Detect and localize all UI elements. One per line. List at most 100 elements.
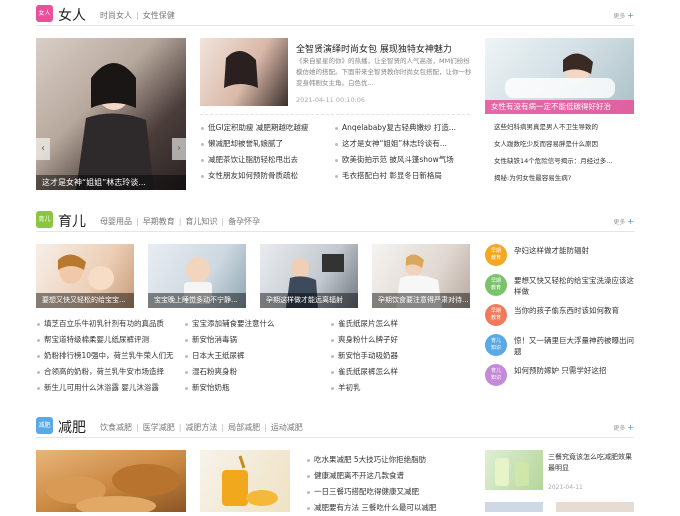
feature-desc: 《来自星星的你》的热播，让全智贤的人气高涨，MM们纷纷模仿她的搭配。下面带来全智… <box>296 57 472 87</box>
list-item[interactable]: 吃水果减肥 5大技巧让你拒绝脂肪 <box>306 452 476 468</box>
parenting-link[interactable]: 育儿知识 <box>185 217 217 226</box>
parenting-col-1: 填芝百立乐牛初乳针剂有功的真品质 帮宝道特级棉柔婴儿纸尿裤评测 奶粉排行榜10强… <box>36 316 176 396</box>
list-item[interactable]: 爽身粉什么牌子好 <box>330 332 470 348</box>
parenting-title[interactable]: 育儿 <box>58 211 86 231</box>
list-item[interactable]: 减肥茶饮让脂肪轻松甩出去 <box>200 152 330 168</box>
parenting-caption-2[interactable]: 宝宝晚上睡觉多动不宁静... <box>148 293 246 308</box>
slim-header: 减肥 减肥 饮食减肥 | 医学减肥 | 减肥方法 | 局部减肥 | 运动减肥 更多 + <box>36 414 634 438</box>
parenting-link[interactable]: 早期教育 <box>143 217 175 226</box>
parenting-photo-1[interactable]: 要想又快又轻松的给宝宝... <box>36 244 134 308</box>
list-item[interactable]: 奶粉排行榜10强中，荷兰乳牛荣人们无 <box>36 348 176 364</box>
list-item[interactable]: 湿石粉爽身粉 <box>184 364 324 380</box>
list-item[interactable]: 健康减肥离不开这几款食谱 <box>306 468 476 484</box>
slim-link[interactable]: 医学减肥 <box>143 423 175 432</box>
plus-icon: + <box>627 217 634 226</box>
slide-photo <box>76 63 154 190</box>
women-link-health[interactable]: 女性保健 <box>143 11 175 20</box>
slim-link[interactable]: 减肥方法 <box>185 423 217 432</box>
list-item[interactable]: 低GI定积助瘦 减肥期越吃越瘦 <box>200 120 330 136</box>
parenting-caption-1[interactable]: 要想又快又轻松的给宝宝... <box>36 293 134 308</box>
parenting-photo-4[interactable]: 孕期饮食要注意得严肃对待... <box>372 244 470 308</box>
parenting-caption-3[interactable]: 孕期这样做才能远离辐射 <box>260 293 358 308</box>
slim-list: 吃水果减肥 5大技巧让你拒绝脂肪 健康减肥离不开这几款食谱 一日三餐巧搭配吃得健… <box>306 452 476 516</box>
plus-icon: + <box>627 423 634 432</box>
list-item[interactable]: 帮宝道特级棉柔婴儿纸尿裤评测 <box>36 332 176 348</box>
list-item[interactable]: 毛衣搭配白衬 彰显冬日新格局 <box>334 168 470 184</box>
slide-caption[interactable]: 这才是女神“姐姐”林志玲谈... <box>36 175 186 190</box>
category-badge[interactable]: 育儿 知识 <box>485 364 507 386</box>
badge-list-item[interactable]: 惊！又一辆里巨大浮量神药被曝出问题 <box>514 335 634 357</box>
slim-side-date: 2021-04-11 <box>548 484 583 491</box>
women-side-image[interactable]: 女性有没有病一定不能低碳得好好治 <box>485 38 634 114</box>
parenting-photo-3[interactable]: 孕期这样做才能远离辐射 <box>260 244 358 308</box>
list-item[interactable]: 羊初乳 <box>330 380 470 396</box>
list-item[interactable]: 合领高的奶粉，荷兰乳牛安市场造择 <box>36 364 176 380</box>
slim-section: 减肥 减肥 饮食减肥 | 医学减肥 | 减肥方法 | 局部减肥 | 运动减肥 更多 + 吃水果减… <box>36 414 634 512</box>
category-badge[interactable]: 早期 教育 <box>485 274 507 296</box>
slim-more-link[interactable]: 更多 + <box>613 423 634 432</box>
women-section: 女人 女人 时尚女人 | 女性保健 更多 + ‹ › 这才是女神“姐姐”林志玲谈..… <box>36 2 634 197</box>
list-item[interactable]: 女人跋数吃少反而容易胖是什么原因 <box>494 136 634 153</box>
list-item[interactable]: 一日三餐巧搭配吃得健康又减肥 <box>306 484 476 500</box>
slide-next-arrow-icon[interactable]: › <box>172 138 186 160</box>
parenting-links: 母婴用品 | 早期教育 | 育儿知识 | 备孕怀孕 <box>100 217 261 226</box>
list-item[interactable]: 雀氏纸尿片怎么样 <box>330 316 470 332</box>
women-side-list: 这些妇科病男真是男人不卫生导致的 女人跋数吃少反而容易胖是什么原因 女性缺铁14… <box>494 119 634 187</box>
list-item[interactable]: 减肥要有方法 三餐吃什么最可以减肥 <box>306 500 476 516</box>
slim-link[interactable]: 运动减肥 <box>271 423 303 432</box>
list-item[interactable]: Anqelababy复古轻典嫩纱 打造... <box>334 120 470 136</box>
slim-side-title[interactable]: 三餐究竟该怎么吃减肥效果最明显 <box>548 452 634 474</box>
women-side-caption[interactable]: 女性有没有病一定不能低碳得好好治 <box>485 100 634 114</box>
list-item[interactable]: 这才是女神“姐姐”林志玲谈有... <box>334 136 470 152</box>
parenting-photo-2[interactable]: 宝宝晚上睡觉多动不宁静... <box>148 244 246 308</box>
badge-list-item[interactable]: 如何预防嫁妒 只需学好这招 <box>514 365 634 376</box>
list-item[interactable]: 女性朋友如何预防骨质疏松 <box>200 168 330 184</box>
slim-link[interactable]: 饮食减肥 <box>100 423 132 432</box>
slide-prev-arrow-icon[interactable]: ‹ <box>36 138 50 160</box>
plus-icon: + <box>627 11 634 20</box>
list-item[interactable]: 欧美街拍示范 披风斗篷show气场 <box>334 152 470 168</box>
women-title[interactable]: 女人 <box>58 5 86 25</box>
list-item[interactable]: 填芝百立乐牛初乳针剂有功的真品质 <box>36 316 176 332</box>
parenting-icon: 育儿 <box>36 211 53 228</box>
list-item[interactable]: 宝宝添加辅食要注意什么 <box>184 316 324 332</box>
category-badge[interactable]: 早期 教育 <box>485 244 507 266</box>
category-badge[interactable]: 育儿 知识 <box>485 334 507 356</box>
list-item[interactable]: 这些妇科病男真是男人不卫生导致的 <box>494 119 634 136</box>
list-item[interactable]: 新安怡手动吸奶器 <box>330 348 470 364</box>
badge-list-item[interactable]: 当你的孩子偷东西时该如何教育 <box>514 305 634 316</box>
women-more-link[interactable]: 更多 + <box>613 11 634 20</box>
slim-side-image-2[interactable] <box>485 502 543 512</box>
slim-photo-bread[interactable] <box>36 450 186 512</box>
parenting-col-3: 雀氏纸尿片怎么样 爽身粉什么牌子好 新安怡手动吸奶器 雀氏纸尿裤怎么样 羊初乳 <box>330 316 470 396</box>
category-badge[interactable]: 早期 教育 <box>485 304 507 326</box>
list-item[interactable]: 新安怡消毒锅 <box>184 332 324 348</box>
list-item[interactable]: 懒减肥却被誉轧娘腻了 <box>200 136 330 152</box>
slim-title[interactable]: 减肥 <box>58 417 86 437</box>
slim-photo-honey[interactable] <box>200 450 290 512</box>
list-item[interactable]: 新生儿可用什么沐浴露 婴儿沐浴露 <box>36 380 176 396</box>
list-item[interactable]: 日本大王纸尿裤 <box>184 348 324 364</box>
women-link-fashion[interactable]: 时尚女人 <box>100 11 132 20</box>
list-item[interactable]: 新安怡奶瓶 <box>184 380 324 396</box>
slim-side-image[interactable] <box>485 450 543 490</box>
list-item[interactable]: 揭秘:为何女性最容易生病? <box>494 170 634 187</box>
parenting-link[interactable]: 备孕怀孕 <box>228 217 260 226</box>
parenting-more-link[interactable]: 更多 + <box>613 217 634 226</box>
parenting-caption-4[interactable]: 孕期饮食要注意得严肃对待... <box>372 293 470 308</box>
women-slideshow[interactable]: ‹ › 这才是女神“姐姐”林志玲谈... <box>36 38 186 190</box>
badge-list-item[interactable]: 要想又快又轻松的给宝宝洗澡应该这样做 <box>514 275 634 297</box>
slim-links: 饮食减肥 | 医学减肥 | 减肥方法 | 局部减肥 | 运动减肥 <box>100 423 303 432</box>
slim-side-image-3[interactable] <box>556 502 634 512</box>
slim-link[interactable]: 局部减肥 <box>228 423 260 432</box>
list-item[interactable]: 雀氏纸尿裤怎么样 <box>330 364 470 380</box>
slim-icon: 减肥 <box>36 417 53 434</box>
feature-title[interactable]: 全智贤演绎时尚女包 展现独特女神魅力 <box>296 42 496 55</box>
list-item[interactable]: 女性缺铁14个危险信号揭示：月经过多... <box>494 153 634 170</box>
feature-date: 2021-04-11 00:10:06 <box>296 96 366 104</box>
feature-image[interactable] <box>200 38 288 106</box>
parenting-col-2: 宝宝添加辅食要注意什么 新安怡消毒锅 日本大王纸尿裤 湿石粉爽身粉 新安怡奶瓶 <box>184 316 324 396</box>
women-icon: 女人 <box>36 5 53 22</box>
badge-list-item[interactable]: 孕妇这样做才能防辐射 <box>514 245 634 256</box>
parenting-link[interactable]: 母婴用品 <box>100 217 132 226</box>
